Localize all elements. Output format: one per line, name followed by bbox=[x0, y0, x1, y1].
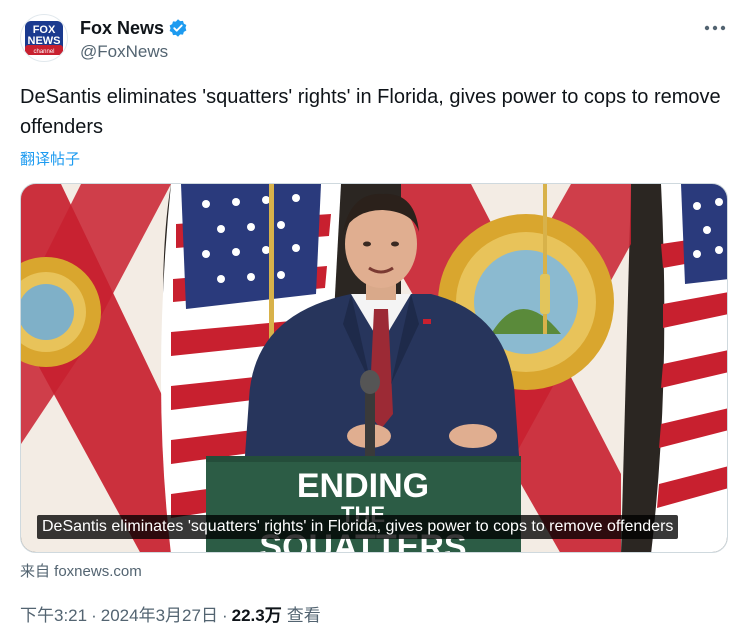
avatar[interactable]: FOX NEWS channel bbox=[20, 14, 68, 62]
account-names: Fox News @FoxNews bbox=[80, 16, 188, 62]
video-player[interactable]: ENDING THE SQUATTERS DeSantis eliminates… bbox=[20, 183, 728, 553]
meta-separator-2: · bbox=[221, 606, 228, 625]
logo-text-channel: channel bbox=[33, 49, 54, 55]
source-link[interactable]: 来自 foxnews.com bbox=[20, 560, 142, 581]
verified-badge-icon[interactable] bbox=[168, 18, 188, 38]
video-frame: ENDING THE SQUATTERS bbox=[21, 184, 727, 552]
tweet-time[interactable]: 下午3:21 bbox=[20, 601, 87, 626]
more-options-icon[interactable] bbox=[698, 14, 732, 42]
logo-text-news: NEWS bbox=[28, 35, 61, 47]
views-label: 查看 bbox=[286, 606, 321, 625]
fox-news-logo: FOX NEWS channel bbox=[25, 21, 63, 55]
display-name-row: Fox News bbox=[80, 16, 188, 40]
podium-sign-line-1: ENDING bbox=[297, 467, 429, 505]
tweet-date[interactable]: 2024年3月27日 bbox=[101, 601, 218, 626]
display-name[interactable]: Fox News bbox=[80, 18, 164, 39]
views-count[interactable]: 22.3万 bbox=[232, 601, 282, 626]
video-caption: DeSantis eliminates 'squatters' rights' … bbox=[37, 515, 679, 539]
tweet-meta: 下午3:21 · 2024年3月27日 · 22.3万 查看 bbox=[20, 601, 321, 626]
account-handle[interactable]: @FoxNews bbox=[80, 42, 188, 62]
tweet-text: DeSantis eliminates 'squatters' rights' … bbox=[20, 86, 721, 138]
meta-separator: · bbox=[91, 606, 97, 625]
translate-post-link[interactable]: 翻译帖子 bbox=[20, 148, 80, 169]
tweet-header: FOX NEWS channel Fox News @FoxNews bbox=[20, 14, 732, 66]
